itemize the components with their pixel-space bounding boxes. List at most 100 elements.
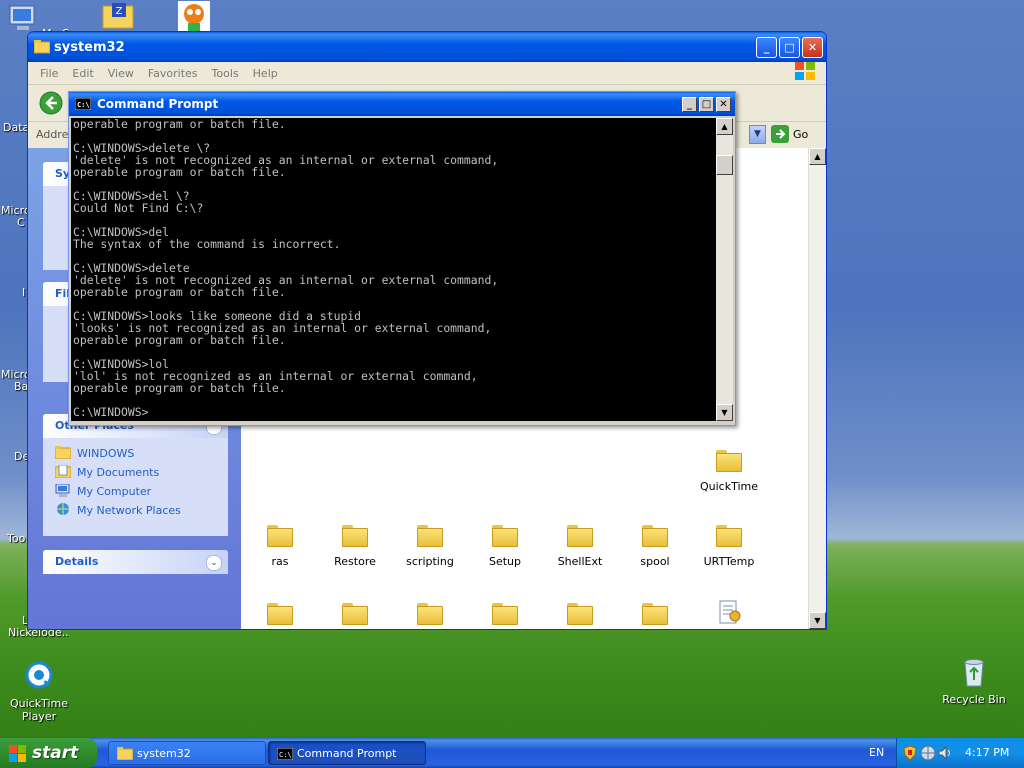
folder-row3-2[interactable] (320, 603, 390, 629)
taskbar-item-label: system32 (137, 747, 191, 760)
folder-icon (342, 525, 368, 547)
desktop-icon-data[interactable]: Data (3, 121, 27, 134)
menu-help[interactable]: Help (253, 67, 278, 80)
desktop-icon-label: Recycle Bin (942, 693, 1006, 706)
back-arrow-icon[interactable] (39, 91, 63, 115)
zip-folder-icon[interactable]: Z (102, 2, 134, 30)
menu-bar: File Edit View Favorites Tools Help (28, 62, 826, 85)
network-places-icon (57, 503, 69, 515)
file-label: spool (640, 555, 670, 568)
explorer-titlebar[interactable]: system32 _ □ ✕ (28, 32, 826, 62)
menu-edit[interactable]: Edit (72, 67, 93, 80)
cmd-minimize-button[interactable]: _ (682, 96, 697, 112)
file-label: ShellExt (557, 555, 603, 568)
folder-icon (117, 747, 133, 760)
explorer-title: system32 (54, 39, 125, 55)
go-label: Go (793, 128, 809, 141)
address-label: Addre (36, 128, 69, 141)
cmd-maximize-button[interactable]: □ (699, 96, 714, 112)
character-icon[interactable] (178, 1, 210, 31)
scroll-down-arrow-icon[interactable]: ▼ (809, 612, 826, 629)
desktop-icon-ba[interactable]: Ba (14, 380, 28, 393)
menu-favorites[interactable]: Favorites (148, 67, 198, 80)
other-places-link-my-documents[interactable]: My Documents (53, 463, 218, 482)
file-label: ras (271, 555, 289, 568)
details-panel: Details ⌄ (43, 550, 228, 574)
quicktime-icon (25, 661, 53, 689)
file-row3-7[interactable] (694, 600, 764, 629)
folder-restore[interactable]: Restore (320, 525, 390, 568)
my-computer-icon (55, 484, 70, 497)
explorer-scrollbar[interactable]: ▲ ▼ (808, 148, 826, 629)
desktop-icon-quicktime[interactable]: QuickTime Player (4, 660, 74, 723)
start-button[interactable]: start (0, 738, 97, 768)
folder-icon (716, 525, 742, 547)
desktop-icon-too[interactable]: Too (7, 532, 28, 545)
svg-text:C:\: C:\ (77, 101, 90, 109)
folder-icon (492, 603, 518, 625)
console-output[interactable]: operable program or batch file. C:\WINDO… (71, 118, 716, 421)
taskbar: start system32 C:\ Command Prompt EN 4:1… (0, 738, 1024, 768)
folder-icon (716, 450, 742, 472)
folder-row3-4[interactable] (470, 603, 540, 629)
menu-view[interactable]: View (108, 67, 134, 80)
folder-icon (34, 40, 50, 54)
folder-icon (642, 603, 668, 625)
maximize-button[interactable]: □ (779, 36, 800, 58)
language-indicator[interactable]: EN (869, 746, 884, 759)
other-places-link-windows[interactable]: WINDOWS (53, 444, 218, 463)
clock[interactable]: 4:17 PM (965, 746, 1009, 759)
desktop-icon-c[interactable]: C (17, 216, 27, 229)
folder-icon (567, 603, 593, 625)
desktop-icon-recycle-bin[interactable]: Recycle Bin (939, 656, 1009, 706)
folder-row3-6[interactable] (620, 603, 690, 629)
link-label: WINDOWS (77, 447, 135, 460)
volume-icon[interactable] (938, 746, 952, 760)
cmd-scrollbar[interactable]: ▲ ▼ (716, 118, 733, 421)
cmd-titlebar[interactable]: C:\ Command Prompt _ □ ✕ (69, 92, 735, 116)
cmd-icon: C:\ (277, 748, 293, 760)
cmd-scroll-down-arrow-icon[interactable]: ▼ (716, 404, 733, 421)
folder-icon (417, 603, 443, 625)
cmd-scroll-up-arrow-icon[interactable]: ▲ (716, 118, 733, 135)
network-icon[interactable] (920, 745, 936, 761)
folder-icon (567, 525, 593, 547)
svg-text:Z: Z (116, 6, 123, 17)
menu-file[interactable]: File (40, 67, 58, 80)
folder-row3-1[interactable] (245, 603, 315, 629)
address-dropdown-button[interactable]: ▼ (749, 125, 766, 144)
details-heading: Details (55, 555, 99, 568)
folder-shellext[interactable]: ShellExt (545, 525, 615, 568)
go-arrow-icon (771, 125, 789, 143)
folder-scripting[interactable]: scripting (395, 525, 465, 568)
details-header[interactable]: Details ⌄ (43, 550, 228, 574)
folder-spool[interactable]: spool (620, 525, 690, 568)
folder-row3-3[interactable] (395, 603, 465, 629)
taskbar-item-system32[interactable]: system32 (108, 741, 266, 765)
menu-tools[interactable]: Tools (212, 67, 239, 80)
scroll-up-arrow-icon[interactable]: ▲ (809, 148, 826, 165)
expand-chevron-icon[interactable]: ⌄ (206, 555, 222, 571)
link-label: My Network Places (77, 504, 181, 517)
svg-text:C:\: C:\ (279, 751, 292, 759)
cmd-scroll-thumb[interactable] (716, 155, 733, 175)
console-text: operable program or batch file. C:\WINDO… (73, 118, 499, 419)
folder-row3-5[interactable] (545, 603, 615, 629)
go-button[interactable]: Go (771, 125, 811, 145)
other-places-link-my-computer[interactable]: My Computer (53, 482, 218, 501)
taskbar-item-command-prompt[interactable]: C:\ Command Prompt (268, 741, 426, 765)
folder-urttemp[interactable]: URTTemp (694, 525, 764, 568)
link-label: My Documents (77, 466, 160, 479)
folder-icon (267, 525, 293, 547)
windows-flag-icon (9, 745, 26, 762)
folder-quicktime[interactable]: QuickTime (694, 450, 764, 493)
folder-setup[interactable]: Setup (470, 525, 540, 568)
other-places-link-my-network-places[interactable]: My Network Places (53, 501, 218, 520)
folder-ras[interactable]: ras (245, 525, 315, 568)
cmd-close-button[interactable]: ✕ (716, 96, 731, 112)
minimize-button[interactable]: _ (756, 36, 777, 58)
desktop-icon-de[interactable]: De (14, 450, 28, 463)
close-button[interactable]: ✕ (802, 36, 823, 58)
desktop-icon-label: QuickTime Player (9, 697, 69, 723)
security-shield-icon[interactable] (903, 745, 917, 761)
